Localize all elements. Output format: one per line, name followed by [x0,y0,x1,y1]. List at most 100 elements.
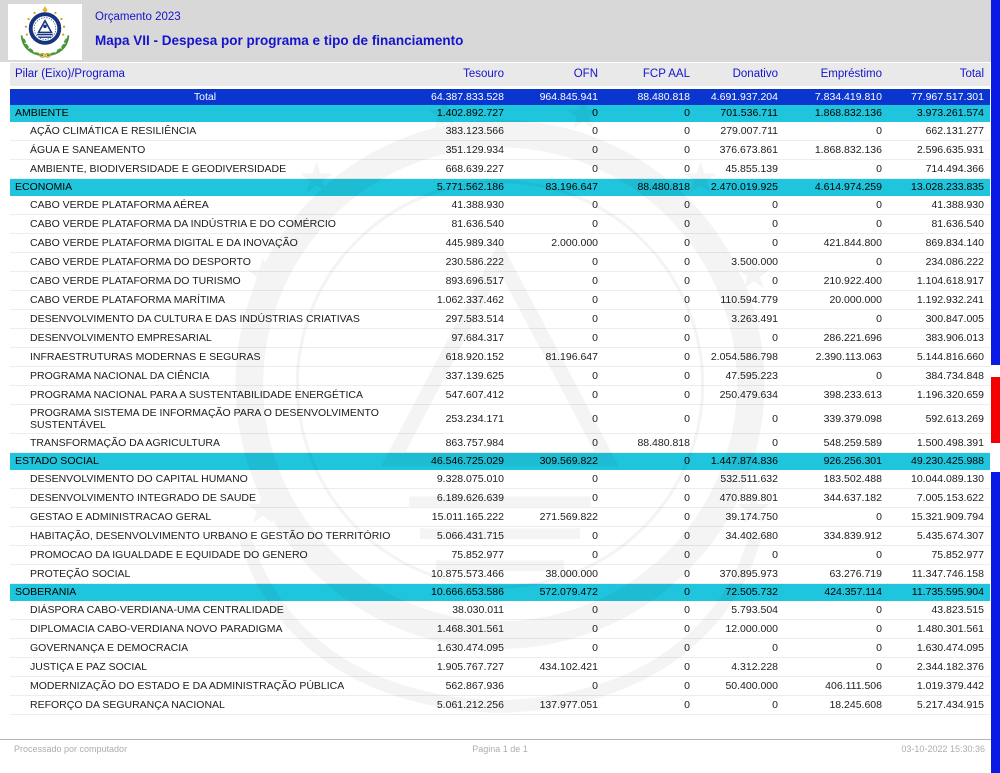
amount-cell: 11.735.595.904 [888,583,990,601]
amount-cell: 7.834.419.810 [784,87,888,105]
amount-cell: 5.793.504 [696,600,784,621]
amount-cell: 1.104.618.917 [888,271,990,292]
amount-cell: 64.387.833.528 [400,87,510,105]
amount-cell: 0 [510,140,604,161]
amount-cell: 1.630.474.095 [888,638,990,659]
section-header-row: ECONOMIA 5.771.562.186 83.196.647 88.480.81… [10,178,990,196]
program-row: JUSTIÇA E PAZ SOCIAL 1.905.767.727 434.102… [10,657,990,678]
amount-cell: 43.823.515 [888,600,990,621]
amount-cell: 5.061.212.256 [400,695,510,716]
amount-cell: 297.583.514 [400,309,510,330]
program-name: AMBIENTE, BIODIVERSIDADE E GEODIVERSIDAD… [10,159,400,180]
program-row: DESENVOLVIMENTO INTEGRADO DE SAUDE 6.189.… [10,488,990,509]
program-name: CABO VERDE PLATAFORMA MARÍTIMA [10,290,400,311]
amount-cell: 0 [604,233,696,254]
flag-stripe-bar [991,0,1000,773]
program-row: CABO VERDE PLATAFORMA AÉREA 41.388.930 0 0 0… [10,195,990,216]
program-name: PROTEÇÃO SOCIAL [10,564,400,585]
budget-table-wrap: Pilar (Eixo)/Programa Tesouro OFN FCP AA… [10,63,990,716]
program-row: GESTAO E ADMINISTRACAO GERAL 15.011.165.2… [10,507,990,528]
program-row: DESENVOLVIMENTO EMPRESARIAL 97.684.317 0 0 0… [10,328,990,349]
amount-cell: 0 [604,159,696,180]
amount-cell: 2.054.586.798 [696,347,784,368]
amount-cell: 0 [510,159,604,180]
amount-cell: 4.691.937.204 [696,87,784,105]
program-row: MODERNIZAÇÃO DO ESTADO E DA ADMINISTRAÇÃ… [10,676,990,697]
program-name: MODERNIZAÇÃO DO ESTADO E DA ADMINISTRAÇÃ… [10,676,400,697]
program-row: CABO VERDE PLATAFORMA DA INDÚSTRIA E DO … [10,214,990,235]
amount-cell: 1.905.767.727 [400,657,510,678]
amount-cell: 88.480.818 [604,433,696,454]
amount-cell: 0 [510,328,604,349]
amount-cell: 0 [784,638,888,659]
amount-cell: 1.447.874.836 [696,452,784,470]
program-row: DESENVOLVIMENTO DA CULTURA E DAS INDÚSTR… [10,309,990,330]
amount-cell: 334.839.912 [784,526,888,547]
amount-cell: 11.347.746.158 [888,564,990,585]
amount-cell: 0 [784,619,888,640]
amount-cell: 0 [696,695,784,716]
amount-cell: 47.595.223 [696,366,784,387]
amount-cell: 0 [696,214,784,235]
program-name: DIPLOMACIA CABO-VERDIANA NOVO PARADIGMA [10,619,400,640]
amount-cell: 376.673.861 [696,140,784,161]
amount-cell: 2.000.000 [510,233,604,254]
amount-cell: 0 [784,159,888,180]
amount-cell: 97.684.317 [400,328,510,349]
amount-cell: 13.028.233.835 [888,178,990,196]
amount-cell: 0 [696,404,784,435]
section-header-row: SOBERANIA 10.666.653.586 572.079.472 0 72.50… [10,583,990,601]
amount-cell: 2.470.019.925 [696,178,784,196]
amount-cell: 0 [784,309,888,330]
amount-cell: 370.895.973 [696,564,784,585]
amount-cell: 0 [604,214,696,235]
document-title: Orçamento 2023 [95,11,181,23]
amount-cell: 234.086.222 [888,252,990,273]
amount-cell: 5.771.562.186 [400,178,510,196]
amount-cell: 0 [510,404,604,435]
program-name: PROGRAMA SISTEMA DE INFORMAÇÃO PARA O DE… [10,404,400,435]
program-name: DESENVOLVIMENTO EMPRESARIAL [10,328,400,349]
amount-cell: 279.007.711 [696,121,784,142]
amount-cell: 0 [510,309,604,330]
program-name: DESENVOLVIMENTO INTEGRADO DE SAUDE [10,488,400,509]
amount-cell: 72.505.732 [696,583,784,601]
amount-cell: 0 [604,104,696,122]
program-row: ÁGUA E SANEAMENTO 351.129.934 0 0 376.673.86… [10,140,990,161]
page-title: Mapa VII - Despesa por programa e tipo d… [95,33,464,48]
amount-cell: 0 [604,564,696,585]
program-row: CABO VERDE PLATAFORMA DO DESPORTO 230.586… [10,252,990,273]
amount-cell: 547.607.412 [400,385,510,406]
amount-cell: 0 [696,233,784,254]
amount-cell: 0 [510,488,604,509]
amount-cell: 81.636.540 [888,214,990,235]
program-row: INFRAESTRUTURAS MODERNAS E SEGURAS 618.92… [10,347,990,368]
amount-cell: 1.480.301.561 [888,619,990,640]
footer-divider [0,739,1000,740]
amount-cell: 0 [604,309,696,330]
amount-cell: 0 [784,545,888,566]
amount-cell: 0 [604,507,696,528]
logo-box [8,4,82,60]
amount-cell: 0 [604,488,696,509]
amount-cell: 0 [604,290,696,311]
amount-cell: 75.852.977 [888,545,990,566]
amount-cell: 183.502.488 [784,469,888,490]
amount-cell: 10.044.089.130 [888,469,990,490]
amount-cell: 383.123.566 [400,121,510,142]
flag-blue-bottom-segment [991,472,1000,773]
col-header-donativo: Donativo [696,63,784,89]
program-name: JUSTIÇA E PAZ SOCIAL [10,657,400,678]
amount-cell: 250.479.634 [696,385,784,406]
amount-cell: 1.192.932.241 [888,290,990,311]
amount-cell: 0 [784,657,888,678]
program-row: TRANSFORMAÇÃO DA AGRICULTURA 863.757.984 0… [10,433,990,454]
amount-cell: 50.400.000 [696,676,784,697]
flag-white-segment-2 [991,443,1000,472]
amount-cell: 337.139.625 [400,366,510,387]
amount-cell: 0 [604,404,696,435]
amount-cell: 5.435.674.307 [888,526,990,547]
amount-cell: 5.217.434.915 [888,695,990,716]
col-header-emprestimo: Empréstimo [784,63,888,89]
amount-cell: 964.845.941 [510,87,604,105]
